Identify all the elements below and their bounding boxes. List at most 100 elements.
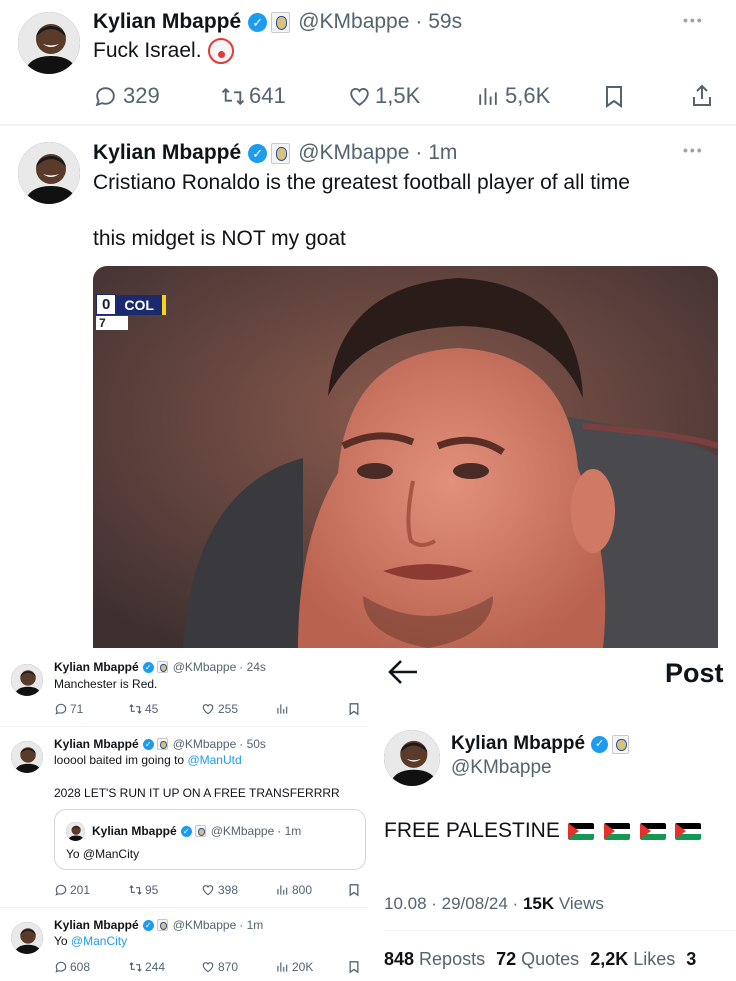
views-button[interactable]: 20K	[275, 960, 313, 974]
tweet-time[interactable]: · 59s	[415, 10, 462, 34]
tweet-5[interactable]: Kylian Mbappé ✓ @KMbappe · 1m Yo @ManCit…	[0, 908, 368, 981]
views-chart-icon	[479, 87, 497, 105]
like-button[interactable]: 1,5K	[347, 83, 420, 109]
reposts-stat[interactable]: 848 Reposts	[384, 949, 485, 969]
verified-badge-icon: ✓	[142, 919, 154, 931]
avatar[interactable]	[11, 741, 43, 773]
author-handle[interactable]: @KMbappe	[451, 757, 552, 779]
bookmark-button[interactable]	[348, 960, 360, 974]
reply-button[interactable]: 201	[54, 883, 90, 897]
likes-count: 2,2K	[590, 949, 629, 969]
author-handle[interactable]: @KMbappe	[173, 660, 237, 674]
repost-button[interactable]: 641	[219, 83, 286, 109]
author-name[interactable]: Kylian Mbappé	[451, 733, 585, 755]
author-handle[interactable]: @KMbappe	[298, 141, 409, 165]
palestine-flag-icon	[567, 822, 594, 840]
avatar[interactable]	[11, 664, 43, 696]
scorebug-team: COL	[116, 294, 166, 315]
club-crest-icon	[194, 825, 206, 837]
author-name[interactable]: Kylian Mbappé	[54, 918, 139, 932]
tweet-time[interactable]: · 24s	[239, 660, 266, 674]
bookmark-icon	[349, 703, 359, 716]
tweet-1[interactable]: Kylian Mbappé ✓ @KMbappe · 59s ••• Fuck …	[0, 0, 736, 123]
verified-badge-icon: ✓	[142, 661, 154, 673]
divider	[0, 124, 736, 126]
back-arrow-icon[interactable]	[387, 658, 419, 691]
tweet-text-prefix: Yo	[54, 934, 71, 948]
author-handle[interactable]: @KMbappe	[298, 10, 409, 34]
views-button[interactable]	[275, 702, 289, 716]
tweet-time[interactable]: · 1m	[415, 141, 457, 165]
author-handle[interactable]: @KMbappe	[173, 737, 237, 751]
repost-button[interactable]: 244	[128, 960, 165, 974]
bookmark-button[interactable]	[348, 702, 360, 716]
tweet-3[interactable]: Kylian Mbappé ✓ @KMbappe · 24s Mancheste…	[0, 650, 368, 726]
author-name[interactable]: Kylian Mbappé	[93, 10, 241, 34]
reply-button[interactable]: 71	[54, 702, 83, 716]
views-button[interactable]: 800	[275, 883, 312, 897]
post-meta: 10.08 · 29/08/24 · 15K Views	[384, 894, 604, 914]
like-button[interactable]: 870	[201, 960, 238, 974]
tweet-time[interactable]: · 50s	[239, 737, 266, 751]
avatar[interactable]	[18, 142, 80, 204]
views-chart-icon	[277, 885, 288, 895]
avatar[interactable]	[11, 922, 43, 954]
views-chart-icon	[277, 962, 288, 972]
author-handle[interactable]: @KMbappe	[173, 918, 237, 932]
like-button[interactable]: 255	[201, 702, 238, 716]
author-name[interactable]: Kylian Mbappé	[54, 660, 139, 674]
reply-count: 329	[123, 83, 160, 108]
club-crest-icon	[156, 919, 168, 931]
repost-icon	[129, 885, 142, 895]
mention-link[interactable]: @ManCity	[71, 934, 127, 948]
author-name[interactable]: Kylian Mbappé	[54, 737, 139, 751]
repost-count: 641	[249, 83, 286, 108]
quotes-stat[interactable]: 72 Quotes	[496, 949, 579, 969]
tweet-text-line-2: 2028 LET'S RUN IT UP ON A FREE TRANSFERR…	[54, 786, 340, 800]
tweet-media-image[interactable]: 0 COL 7	[93, 266, 718, 648]
divider	[384, 930, 736, 931]
like-count: 870	[218, 960, 239, 974]
like-button[interactable]: 398	[201, 883, 238, 897]
verified-badge-icon: ✓	[248, 12, 268, 32]
tweet-2[interactable]: Kylian Mbappé ✓ @KMbappe · 1m ••• Cristi…	[0, 128, 736, 648]
club-crest-icon	[156, 738, 168, 750]
post-timestamp[interactable]: 10.08 · 29/08/24 ·	[384, 894, 523, 913]
reply-icon	[55, 884, 67, 896]
reply-count: 608	[70, 960, 91, 974]
quoted-tweet[interactable]: Kylian Mbappé ✓ @KMbappe · 1m Yo @ManCit…	[54, 809, 366, 870]
crying-player-photo	[93, 266, 718, 648]
more-options-icon[interactable]: •••	[683, 12, 704, 28]
likes-stat[interactable]: 2,2K Likes	[590, 949, 675, 969]
quoted-author-name: Kylian Mbappé	[92, 824, 177, 838]
views-count: 800	[292, 883, 313, 897]
repost-icon	[221, 87, 245, 105]
reply-button[interactable]: 329	[93, 83, 160, 109]
views-button[interactable]: 5,6K	[475, 83, 550, 109]
more-options-icon[interactable]: •••	[683, 142, 704, 158]
bookmark-button[interactable]	[348, 883, 360, 897]
bookmark-button[interactable]	[603, 84, 625, 109]
heart-icon	[202, 885, 214, 896]
repost-button[interactable]: 95	[128, 883, 158, 897]
palestine-flag-icon	[603, 822, 630, 840]
post-engagement-stats: 848 Reposts 72 Quotes 2,2K Likes 3	[384, 949, 736, 970]
like-count: 398	[218, 883, 239, 897]
scorebug: 0 COL	[96, 293, 166, 316]
repost-icon	[129, 962, 142, 972]
tweet-text: Manchester is Red.	[54, 677, 158, 691]
tweet-text: Yo @ManCity	[54, 934, 127, 948]
mention-link[interactable]: @ManUtd	[187, 753, 241, 767]
palestine-flag-icon	[675, 822, 702, 840]
tweet-4[interactable]: Kylian Mbappé ✓ @KMbappe · 50s looool ba…	[0, 727, 368, 907]
author-name[interactable]: Kylian Mbappé	[93, 141, 241, 165]
club-crest-icon	[612, 734, 630, 754]
tweet-time[interactable]: · 1m	[239, 918, 263, 932]
reply-button[interactable]: 608	[54, 960, 90, 974]
share-button[interactable]	[690, 83, 714, 108]
palestine-flag-icon	[639, 822, 666, 840]
avatar	[66, 822, 85, 841]
avatar[interactable]	[18, 12, 80, 74]
repost-button[interactable]: 45	[128, 702, 158, 716]
avatar[interactable]	[384, 730, 440, 786]
